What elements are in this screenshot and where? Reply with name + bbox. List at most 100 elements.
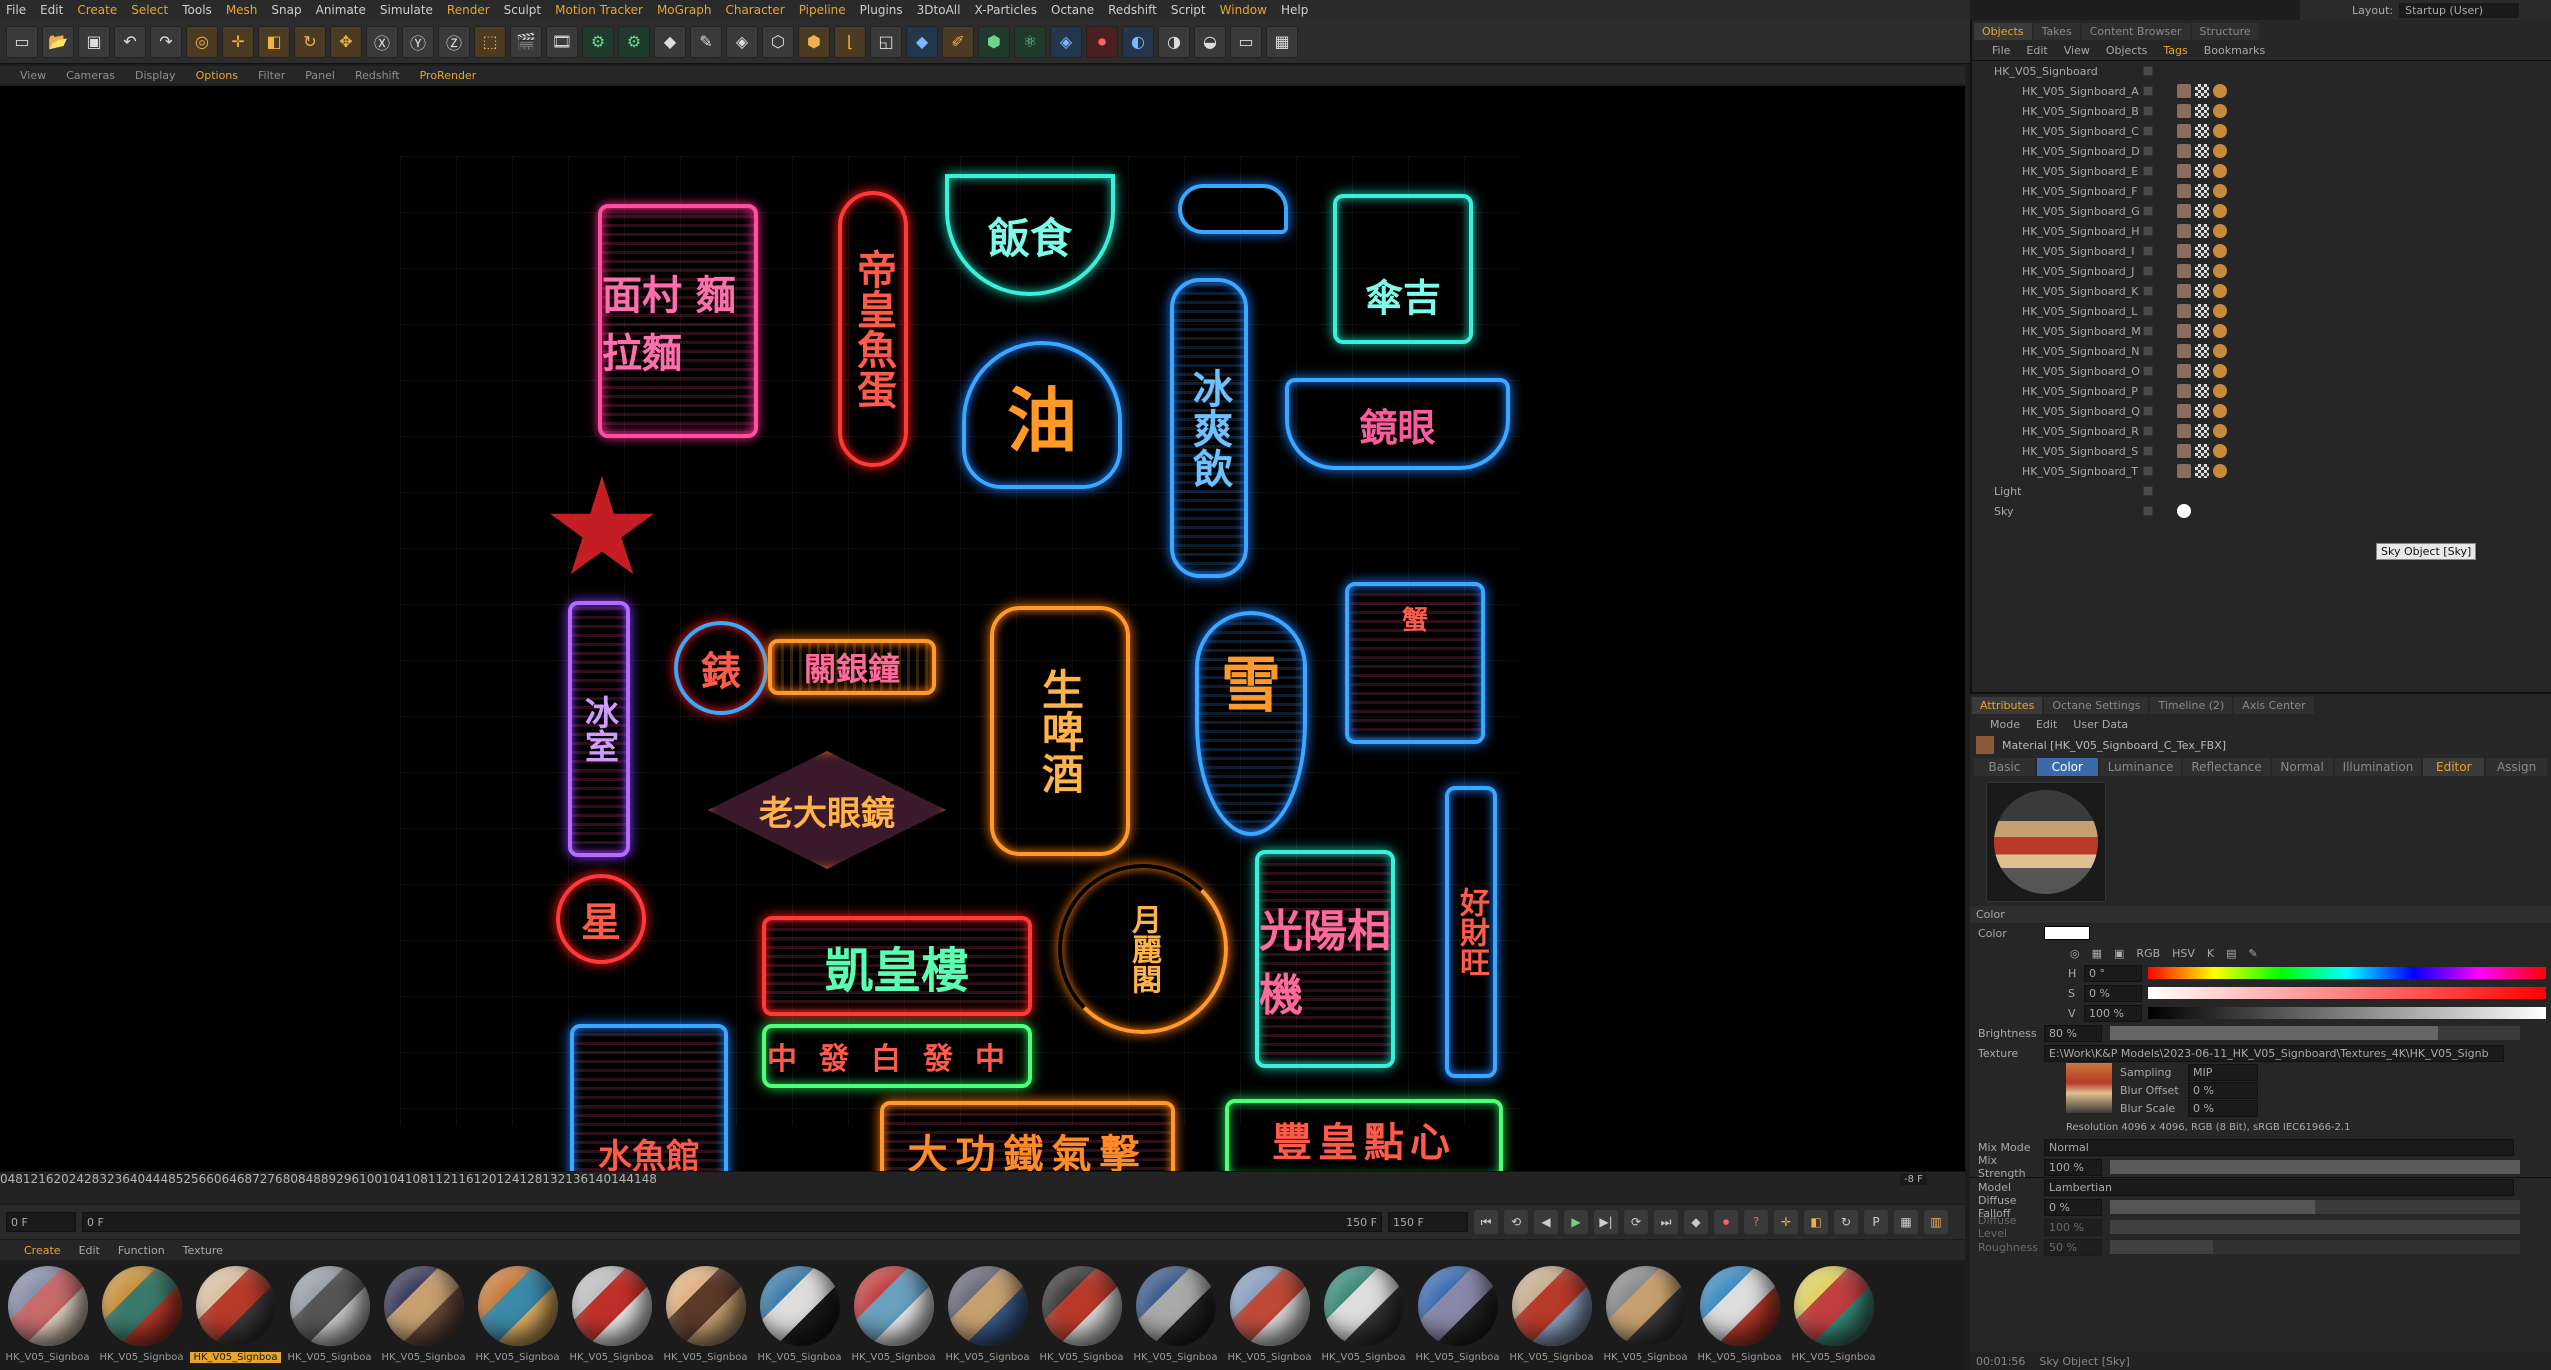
visibility-toggle[interactable] (2143, 246, 2153, 256)
play-icon[interactable]: ▶ (1564, 1210, 1588, 1234)
material-thumbnail[interactable]: HK_V05_Signboa (1318, 1262, 1409, 1370)
phong-tag-icon[interactable] (2177, 424, 2191, 438)
visibility-toggle[interactable] (2143, 346, 2153, 356)
object-row[interactable]: HK_V05_Signboard_F (1972, 181, 2551, 201)
texture-tag-icon[interactable] (2195, 264, 2209, 278)
phong-tag-icon[interactable] (2177, 144, 2191, 158)
move-tool-icon[interactable]: ✛ (222, 25, 254, 58)
object-row[interactable]: HK_V05_Signboard_P (1972, 381, 2551, 401)
visibility-toggle[interactable] (2143, 86, 2153, 96)
texture-tag-icon[interactable] (2195, 244, 2209, 258)
cube-icon[interactable]: ◆ (654, 25, 686, 58)
mix-mode-dropdown[interactable]: Normal (2044, 1138, 2514, 1156)
object-row[interactable]: Light (1972, 481, 2551, 501)
material-thumbnail[interactable]: HK_V05_Signboa (190, 1262, 281, 1370)
subdivision-icon[interactable]: ◈ (726, 25, 758, 58)
material-tag-icon[interactable] (2213, 344, 2227, 358)
z-axis-lock-icon[interactable]: Ⓩ (438, 25, 470, 58)
light-icon[interactable]: ◆ (906, 25, 938, 58)
phong-tag-icon[interactable] (2177, 204, 2191, 218)
autokey-icon[interactable]: ? (1744, 1210, 1768, 1234)
object-row[interactable]: HK_V05_Signboard_H (1972, 221, 2551, 241)
texture-tag-icon[interactable] (2195, 284, 2209, 298)
select-tool-icon[interactable]: ◎ (186, 25, 218, 58)
v-field[interactable]: 100 % (2084, 1004, 2142, 1022)
texture-tag-icon[interactable] (2195, 444, 2209, 458)
material-tag-icon[interactable] (2213, 144, 2227, 158)
phong-tag-icon[interactable] (2177, 384, 2191, 398)
diffuse-level-field[interactable]: 100 % (2044, 1218, 2102, 1236)
material-tag-icon[interactable] (2213, 184, 2227, 198)
floor-icon[interactable]: ⌊ (834, 25, 866, 58)
texture-tag-icon[interactable] (2195, 224, 2209, 238)
coordinate-system-icon[interactable]: ⬚ (474, 25, 506, 58)
visibility-toggle[interactable] (2143, 506, 2153, 516)
menu-item-mograph[interactable]: MoGraph (657, 3, 712, 17)
viewport-menu-display[interactable]: Display (135, 69, 176, 82)
object-row[interactable]: HK_V05_Signboard_M (1972, 321, 2551, 341)
object-menu-file[interactable]: File (1992, 44, 2010, 57)
visibility-toggle[interactable] (2143, 106, 2153, 116)
preview-range-slider[interactable]: 0 F 150 F (82, 1212, 1382, 1232)
rotate-tool-icon[interactable]: ↻ (294, 25, 326, 58)
new-scene-icon[interactable]: ▭ (6, 25, 38, 58)
material-thumbnail[interactable]: HK_V05_Signboa (1224, 1262, 1315, 1370)
visibility-toggle[interactable] (2143, 306, 2153, 316)
menu-item-help[interactable]: Help (1281, 3, 1308, 17)
object-menu-objects[interactable]: Objects (2106, 44, 2148, 57)
texture-path-field[interactable]: E:\Work\K&P Models\2023-06-11_HK_V05_Sig… (2044, 1044, 2504, 1062)
menu-item-sculpt[interactable]: Sculpt (504, 3, 541, 17)
mixer-mode-icon[interactable]: ▤ (2226, 947, 2236, 960)
material-tag-icon[interactable] (2213, 104, 2227, 118)
material-thumbnail[interactable]: HK_V05_Signboa (284, 1262, 375, 1370)
diffuse-level-slider[interactable] (2110, 1220, 2520, 1234)
phong-tag-icon[interactable] (2177, 84, 2191, 98)
object-row[interactable]: HK_V05_Signboard_R (1972, 421, 2551, 441)
texture-tag-icon[interactable] (2195, 404, 2209, 418)
material-thumbnail[interactable]: HK_V05_Signboa (1506, 1262, 1597, 1370)
material-thumbnail[interactable]: HK_V05_Signboa (1788, 1262, 1879, 1370)
menu-item-snap[interactable]: Snap (271, 3, 301, 17)
menu-item-x-particles[interactable]: X-Particles (974, 3, 1037, 17)
channel-tab-assign[interactable]: Assign (2486, 758, 2548, 776)
prev-frame-icon[interactable]: ◀ (1534, 1210, 1558, 1234)
texture-tag-icon[interactable] (2195, 124, 2209, 138)
texture-tag-icon[interactable] (2195, 104, 2209, 118)
menu-item-select[interactable]: Select (131, 3, 168, 17)
timeline-menu-icon[interactable]: ▥ (1924, 1210, 1948, 1234)
menu-item-edit[interactable]: Edit (40, 3, 63, 17)
object-menu-tags[interactable]: Tags (2163, 44, 2187, 57)
channel-tab-basic[interactable]: Basic (1974, 758, 2035, 776)
material-thumbnail[interactable]: HK_V05_Signboa (1130, 1262, 1221, 1370)
transform-tool-icon[interactable]: ✥ (330, 25, 362, 58)
attr-tab-timeline-2-[interactable]: Timeline (2) (2150, 697, 2233, 714)
visibility-toggle[interactable] (2143, 326, 2153, 336)
phong-tag-icon[interactable] (2177, 184, 2191, 198)
material-tag-icon[interactable] (2213, 84, 2227, 98)
menu-item-render[interactable]: Render (447, 3, 490, 17)
menu-item-redshift[interactable]: Redshift (1108, 3, 1157, 17)
object-row[interactable]: HK_V05_Signboard_D (1972, 141, 2551, 161)
menu-item-create[interactable]: Create (77, 3, 117, 17)
y-axis-lock-icon[interactable]: Ⓨ (402, 25, 434, 58)
channel-tab-reflectance[interactable]: Reflectance (2183, 758, 2270, 776)
attr-menu-mode[interactable]: Mode (1990, 718, 2020, 731)
tag-icon[interactable]: ◈ (1050, 25, 1082, 58)
object-row[interactable]: HK_V05_Signboard_N (1972, 341, 2551, 361)
next-frame-icon[interactable]: ▶| (1594, 1210, 1618, 1234)
material-tag-icon[interactable] (2213, 444, 2227, 458)
eyedropper-icon[interactable]: ✎ (2249, 947, 2258, 960)
attr-menu-edit[interactable]: Edit (2036, 718, 2057, 731)
visibility-toggle[interactable] (2143, 146, 2153, 156)
material-tag-icon[interactable] (2213, 164, 2227, 178)
phong-tag-icon[interactable] (2177, 304, 2191, 318)
wheel-mode-icon[interactable]: ◎ (2070, 947, 2080, 960)
roughness-slider[interactable] (2110, 1240, 2520, 1254)
material-thumbnail[interactable]: HK_V05_Signboa (754, 1262, 845, 1370)
phong-tag-icon[interactable] (2177, 404, 2191, 418)
end-frame-field[interactable]: 150 F (1388, 1212, 1468, 1232)
param-key-icon[interactable]: P (1864, 1210, 1888, 1234)
object-row[interactable]: HK_V05_Signboard_O (1972, 361, 2551, 381)
color-swatch[interactable] (2044, 926, 2090, 940)
attr-tab-axis-center[interactable]: Axis Center (2234, 697, 2314, 714)
